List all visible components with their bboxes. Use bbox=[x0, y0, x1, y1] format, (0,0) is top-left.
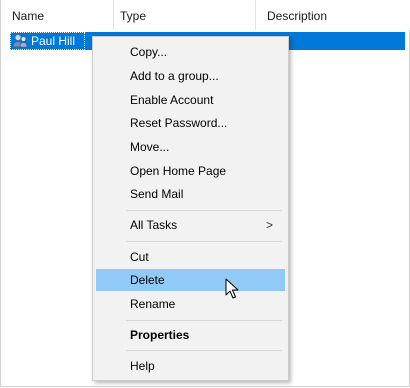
selected-name-cell[interactable]: Paul Hill bbox=[10, 32, 85, 50]
menu-item-add-to-group[interactable]: Add to a group... bbox=[96, 65, 285, 87]
user-name: Paul Hill bbox=[31, 34, 76, 48]
column-header-bar: Name Type Description bbox=[1, 0, 410, 30]
menu-item-help[interactable]: Help bbox=[96, 355, 285, 377]
user-icon bbox=[12, 34, 28, 48]
column-header-name[interactable]: Name bbox=[1, 0, 114, 30]
menu-item-copy[interactable]: Copy... bbox=[96, 41, 285, 63]
menu-item-properties[interactable]: Properties bbox=[96, 324, 285, 346]
column-header-type[interactable]: Type bbox=[109, 0, 256, 30]
results-pane: Name Type Description Paul Hill U Copy..… bbox=[0, 0, 410, 387]
menu-item-delete[interactable]: Delete bbox=[96, 269, 285, 291]
menu-separator bbox=[126, 350, 282, 351]
menu-separator bbox=[126, 241, 282, 242]
menu-item-reset-password[interactable]: Reset Password... bbox=[96, 112, 285, 134]
menu-item-open-home-page[interactable]: Open Home Page bbox=[96, 160, 285, 182]
menu-item-send-mail[interactable]: Send Mail bbox=[96, 183, 285, 205]
menu-item-move[interactable]: Move... bbox=[96, 136, 285, 158]
menu-item-all-tasks[interactable]: All Tasks > bbox=[96, 214, 285, 236]
menu-item-cut[interactable]: Cut bbox=[96, 246, 285, 268]
menu-item-all-tasks-label: All Tasks bbox=[130, 218, 178, 232]
chevron-right-icon: > bbox=[265, 218, 273, 232]
mouse-cursor-icon bbox=[225, 278, 239, 299]
menu-item-rename[interactable]: Rename bbox=[96, 293, 285, 315]
menu-separator bbox=[126, 320, 282, 321]
menu-item-enable-account[interactable]: Enable Account bbox=[96, 89, 285, 111]
menu-separator bbox=[126, 210, 282, 211]
context-menu: Copy... Add to a group... Enable Account… bbox=[92, 36, 289, 381]
column-header-description[interactable]: Description bbox=[256, 0, 410, 30]
